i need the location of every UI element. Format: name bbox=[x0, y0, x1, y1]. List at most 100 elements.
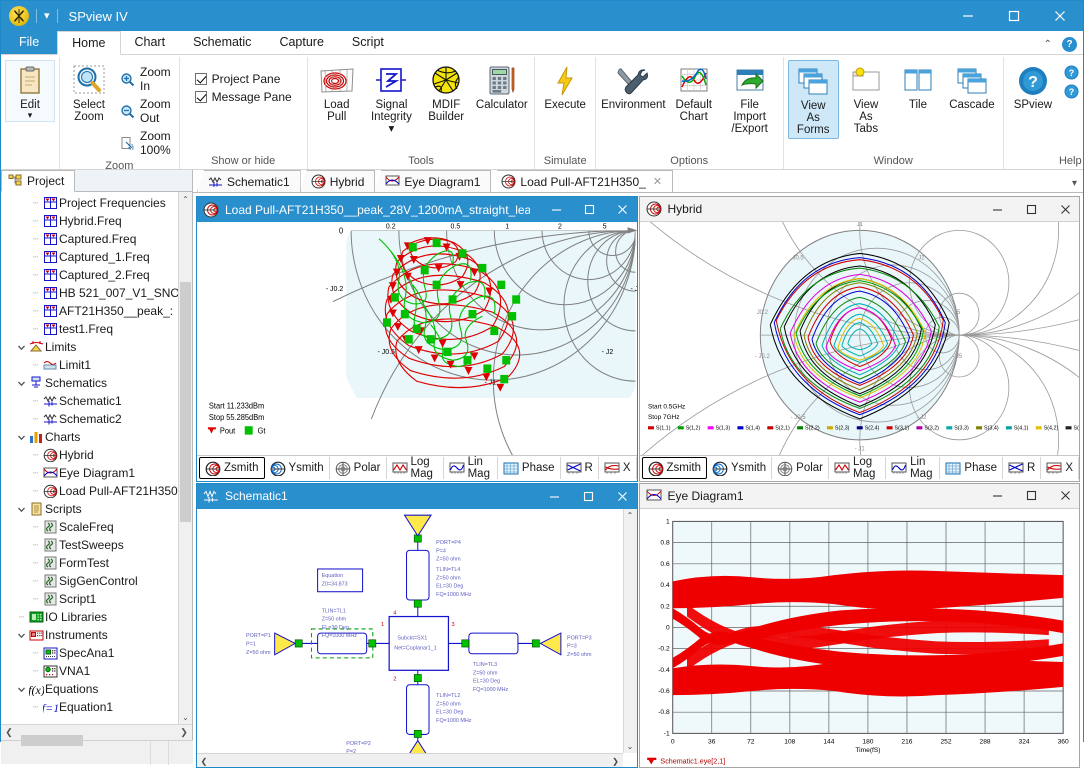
schematic-horizontal-scrollbar[interactable]: ❮ ❯ bbox=[197, 753, 623, 767]
edit-dropdown-caret[interactable]: ▾ bbox=[28, 111, 33, 119]
tree-item[interactable]: ┄Captured.Freq bbox=[1, 230, 178, 248]
tree-item[interactable]: Charts bbox=[1, 428, 178, 446]
document-tab-schematic1[interactable]: Schematic1 bbox=[197, 170, 301, 192]
chevron-down-icon[interactable] bbox=[15, 433, 28, 442]
sidebar-tab-project[interactable]: Project bbox=[1, 170, 75, 192]
schematic-scroll-down-button[interactable]: ⌄ bbox=[624, 739, 637, 753]
default-chart-button[interactable]: Default Chart bbox=[669, 60, 719, 125]
document-tab-close-icon[interactable]: ✕ bbox=[653, 175, 662, 188]
tree-item[interactable]: Schematics bbox=[1, 374, 178, 392]
calculator-button[interactable]: Calculator bbox=[473, 60, 530, 113]
eye-diagram-minimize-button[interactable] bbox=[983, 483, 1011, 508]
tile-button[interactable]: Tile bbox=[893, 60, 943, 113]
load-pull-window-titlebar[interactable]: Load Pull-AFT21H350__peak_28V_1200mA_str… bbox=[197, 197, 637, 222]
schematic-maximize-button[interactable] bbox=[575, 484, 603, 509]
hybrid-minimize-button[interactable] bbox=[983, 197, 1011, 222]
load-pull-chart-canvas[interactable]: 0 0.2 0.5 1 2 5 - J0.2 - J0.5 - J1 - J2 … bbox=[197, 222, 637, 455]
hybrid-chart-tab-log-mag[interactable]: Log Mag bbox=[829, 457, 886, 479]
tree-scroll-thumb[interactable] bbox=[180, 282, 191, 522]
load-pull-chart-tab-log-mag[interactable]: Log Mag bbox=[387, 457, 444, 479]
load-pull-button[interactable]: Load Pull bbox=[312, 60, 362, 125]
load-pull-chart-tab-phase[interactable]: Phase bbox=[498, 457, 561, 479]
tree-item[interactable]: ┄Limit1 bbox=[1, 356, 178, 374]
tree-item[interactable]: ┄Schematic2 bbox=[1, 410, 178, 428]
zoom-out-button[interactable]: Zoom Out bbox=[116, 96, 175, 126]
project-pane-checkbox[interactable]: Project Pane bbox=[191, 71, 296, 87]
tree-item[interactable]: Scripts bbox=[1, 500, 178, 518]
document-tab-eye-diagram1[interactable]: Eye Diagram1 bbox=[374, 170, 491, 192]
select-zoom-button[interactable]: Select Zoom bbox=[64, 60, 114, 125]
load-pull-close-button[interactable] bbox=[609, 197, 636, 222]
load-pull-chart-tab-lin-mag[interactable]: Lin Mag bbox=[444, 457, 498, 479]
load-pull-maximize-button[interactable] bbox=[576, 197, 603, 222]
schematic-scroll-right-button[interactable]: ❯ bbox=[609, 754, 623, 767]
load-pull-chart-tab-r[interactable]: R bbox=[561, 457, 599, 479]
ribbon-tab-file[interactable]: File bbox=[1, 30, 57, 54]
tree-hscroll-thumb[interactable] bbox=[21, 735, 83, 746]
tree-item[interactable]: ┄Eye Diagram1 bbox=[1, 464, 178, 482]
tree-scroll-left-button[interactable]: ❮ bbox=[1, 727, 17, 738]
chevron-down-icon[interactable] bbox=[15, 685, 28, 694]
eye-diagram-window-titlebar[interactable]: Eye Diagram1 bbox=[640, 484, 1080, 509]
schematic-canvas[interactable]: 41 32 EquationZ0=34.873 PORT=P4P=4Z=50 o… bbox=[197, 509, 637, 768]
spview-help-button[interactable]: ? SPview bbox=[1008, 60, 1058, 113]
schematic-scroll-left-button[interactable]: ❮ bbox=[197, 754, 211, 767]
message-pane-checkbox[interactable]: Message Pane bbox=[191, 89, 296, 105]
window-minimize-button[interactable] bbox=[945, 1, 991, 31]
tree-item[interactable]: ┄test1.Freq bbox=[1, 320, 178, 338]
chevron-down-icon[interactable] bbox=[15, 505, 28, 514]
hybrid-maximize-button[interactable] bbox=[1017, 197, 1045, 222]
ribbon-tab-home[interactable]: Home bbox=[57, 31, 120, 55]
file-import-export-button[interactable]: File Import /Export bbox=[721, 60, 779, 137]
load-pull-chart-tab-x[interactable]: X bbox=[599, 457, 637, 479]
hybrid-chart-tab-x[interactable]: X bbox=[1041, 457, 1079, 479]
ribbon-help-icon[interactable]: ? bbox=[1062, 37, 1077, 52]
tree-item[interactable]: ┄HB 521_007_V1_SNO bbox=[1, 284, 178, 302]
tree-item[interactable]: ┄FormTest bbox=[1, 554, 178, 572]
tree-horizontal-scrollbar[interactable]: ❮ ❯ bbox=[1, 724, 192, 740]
window-close-button[interactable] bbox=[1037, 1, 1083, 31]
schematic-window-titlebar[interactable]: Schematic1 bbox=[197, 484, 637, 509]
schematic-close-button[interactable] bbox=[609, 484, 637, 509]
tree-scroll-right-button[interactable]: ❯ bbox=[176, 727, 192, 738]
hybrid-chart-tab-lin-mag[interactable]: Lin Mag bbox=[886, 457, 940, 479]
chevron-down-icon[interactable] bbox=[15, 631, 28, 640]
chevron-down-icon[interactable] bbox=[15, 379, 28, 388]
tree-item[interactable]: Limits bbox=[1, 338, 178, 356]
mdif-builder-button[interactable]: MDIF Builder bbox=[421, 60, 471, 125]
tree-item[interactable]: ┄Captured_2.Freq bbox=[1, 266, 178, 284]
window-maximize-button[interactable] bbox=[991, 1, 1037, 31]
execute-button[interactable]: Execute bbox=[539, 60, 591, 113]
tree-item[interactable]: f(x)Equations bbox=[1, 680, 178, 698]
ribbon-tab-schematic[interactable]: Schematic bbox=[179, 30, 265, 54]
hybrid-window-titlebar[interactable]: Hybrid bbox=[640, 197, 1080, 222]
tree-item[interactable]: ┄SigGenControl bbox=[1, 572, 178, 590]
ribbon-collapse-icon[interactable]: ⌃ bbox=[1044, 39, 1052, 50]
tree-item[interactable]: Instruments bbox=[1, 626, 178, 644]
load-pull-chart-tab-ysmith[interactable]: Ysmith bbox=[265, 457, 330, 479]
document-tab-overflow-icon[interactable]: ▾ bbox=[1072, 178, 1077, 189]
load-pull-minimize-button[interactable] bbox=[542, 197, 569, 222]
hybrid-chart-tab-polar[interactable]: Polar bbox=[772, 457, 829, 479]
hybrid-chart-tab-phase[interactable]: Phase bbox=[940, 457, 1003, 479]
load-pull-chart-tab-zsmith[interactable]: Zsmith bbox=[199, 457, 265, 479]
eye-diagram-maximize-button[interactable] bbox=[1017, 483, 1045, 508]
jscript-help-button[interactable]: ? Jscript bbox=[1060, 83, 1084, 100]
view-as-forms-button[interactable]: View As Forms bbox=[788, 60, 839, 139]
zoom-100-button[interactable]: Zoom 100% bbox=[116, 128, 175, 158]
project-tree[interactable]: ┄Project Frequencies┄Hybrid.Freq┄Capture… bbox=[1, 192, 192, 724]
hybrid-chart-tab-zsmith[interactable]: Zsmith bbox=[642, 457, 708, 479]
load-pull-chart-tab-polar[interactable]: Polar bbox=[330, 457, 387, 479]
hybrid-chart-tab-ysmith[interactable]: Ysmith bbox=[707, 457, 772, 479]
tree-item[interactable]: ┄Project Frequencies bbox=[1, 194, 178, 212]
tree-item[interactable]: ┄Hybrid.Freq bbox=[1, 212, 178, 230]
edit-button[interactable]: Edit ▾ bbox=[5, 60, 55, 122]
schematic-vertical-scrollbar[interactable]: ⌃ ⌄ bbox=[623, 509, 637, 754]
environment-button[interactable]: Environment bbox=[600, 60, 667, 113]
eye-diagram-canvas[interactable]: 10.80.6 0.40.20 -0.2-0.4-0.6 -0.8-1 0367… bbox=[640, 509, 1080, 768]
document-tab-load-pull[interactable]: Load Pull-AFT21H350_ ✕ bbox=[490, 170, 673, 192]
tree-item[interactable]: ┄f=1Equation1 bbox=[1, 698, 178, 716]
view-as-tabs-button[interactable]: View As Tabs bbox=[841, 60, 891, 137]
ribbon-tab-chart[interactable]: Chart bbox=[121, 30, 180, 54]
vbscript-help-button[interactable]: ? VBscript bbox=[1060, 64, 1084, 81]
